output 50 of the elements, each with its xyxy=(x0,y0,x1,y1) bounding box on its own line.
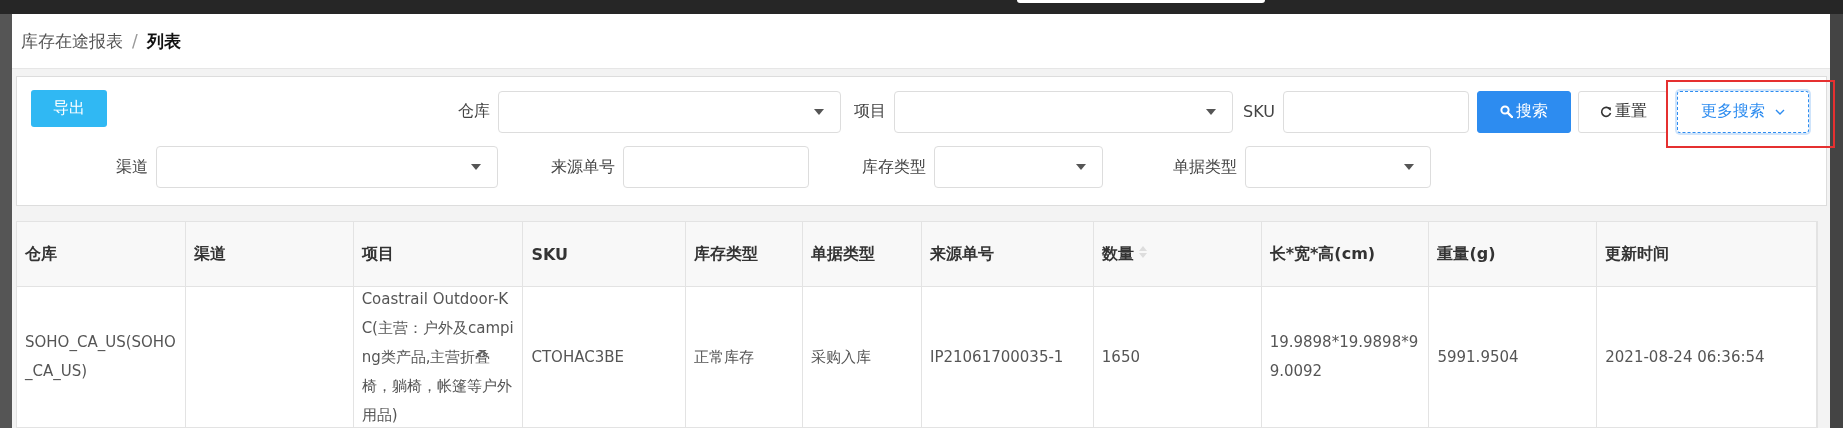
field-label: 单据类型 xyxy=(1172,156,1237,178)
table-cell-text: 5991.9504 xyxy=(1437,346,1519,368)
header-text: 长*宽*高(cm) xyxy=(1269,243,1376,265)
table-cell-text: 正常库存 xyxy=(694,346,755,368)
header-text: 仓库 xyxy=(25,243,57,265)
input-field[interactable] xyxy=(1283,90,1469,133)
table-cell-text: CTOHAC3BE xyxy=(531,346,624,368)
reset-button[interactable]: 重置 xyxy=(1578,90,1668,133)
refresh-icon xyxy=(1599,105,1612,118)
table-cell-text: IP21061700035-1 xyxy=(930,346,1064,368)
more-search-button[interactable]: 更多搜索 xyxy=(1677,90,1809,133)
table-cell-text: SOHO_CA_US(SOHO_CA_US) xyxy=(25,332,177,382)
header-text: 单据类型 xyxy=(811,243,876,265)
header-text: 重量(g) xyxy=(1437,243,1496,265)
select-field[interactable] xyxy=(498,90,841,133)
field-label: 仓库 xyxy=(457,101,490,122)
header-text: 更新时间 xyxy=(1605,243,1670,265)
breadcrumb-separator: / xyxy=(132,31,138,51)
field-label: 项目 xyxy=(853,101,886,122)
header-text: 数量 xyxy=(1101,243,1134,265)
header-text: 渠道 xyxy=(193,243,226,265)
select-field[interactable] xyxy=(934,146,1103,188)
field-label: SKU xyxy=(1242,102,1275,121)
column-header[interactable]: 数量 xyxy=(1093,222,1262,287)
caret-icon xyxy=(1076,164,1086,170)
header-text: 库存类型 xyxy=(694,243,759,265)
table-cell-text: 2021-08-24 06:36:54 xyxy=(1605,346,1765,368)
field-label: 来源单号 xyxy=(550,156,615,178)
breadcrumb-link[interactable]: 库存在途报表 xyxy=(21,29,123,53)
table-cell-text: 19.9898*19.9898*99.0092 xyxy=(1269,332,1420,382)
header-text: 项目 xyxy=(361,243,394,265)
caret-icon xyxy=(1404,164,1414,170)
table-cell-text: 1650 xyxy=(1101,346,1140,368)
select-field[interactable] xyxy=(1245,146,1431,188)
select-field[interactable] xyxy=(156,146,498,188)
caret-icon xyxy=(471,164,481,170)
field-label: 渠道 xyxy=(115,156,148,178)
field-label: 库存类型 xyxy=(861,156,926,178)
search-icon xyxy=(1500,105,1513,118)
caret-icon xyxy=(1206,108,1216,115)
input-field[interactable] xyxy=(623,146,809,188)
header-text: SKU xyxy=(531,244,569,264)
header-text: 来源单号 xyxy=(930,243,994,265)
breadcrumb-current: 列表 xyxy=(146,29,181,53)
table-cell-text: 采购入库 xyxy=(811,346,872,368)
chevron-down-icon xyxy=(1775,108,1785,115)
table-cell-text: Coastrail Outdoor-KC(主营：户外及camping类产品,主营折叠椅，躺椅，帐篷等户外用品) xyxy=(361,288,515,426)
caret-icon xyxy=(814,108,824,115)
sort-icon[interactable] xyxy=(1137,245,1148,259)
select-field[interactable] xyxy=(894,90,1233,133)
